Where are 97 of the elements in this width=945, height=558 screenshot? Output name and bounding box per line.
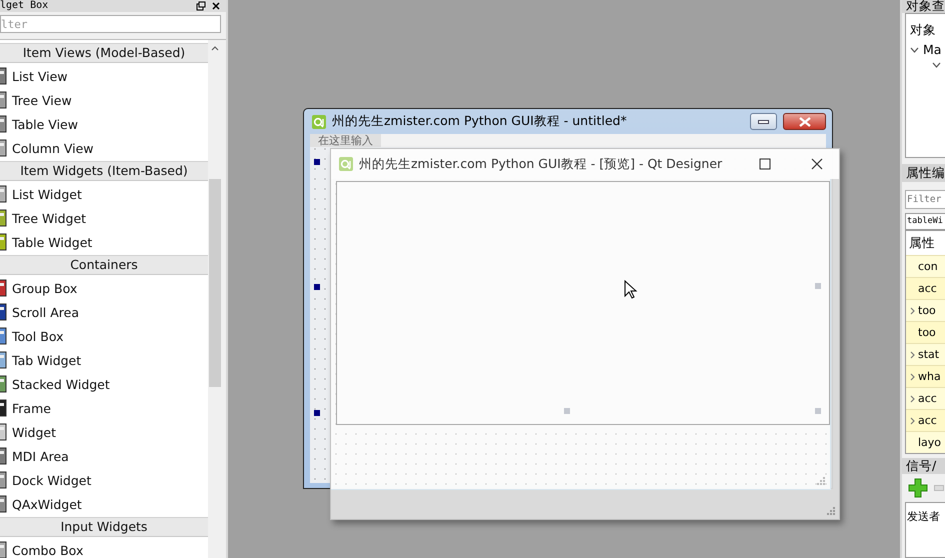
widget-icon (0, 185, 7, 203)
widget-item[interactable]: Column View (12, 140, 94, 156)
panel-title: 信号/ (902, 458, 945, 474)
add-icon[interactable] (908, 478, 928, 498)
widget-icon (0, 423, 7, 441)
widget-item[interactable]: Tree Widget (12, 210, 86, 226)
widget-item[interactable]: Group Box (12, 280, 78, 296)
filter-field[interactable]: Filter (905, 190, 945, 209)
object-name-label: tableWi (905, 213, 945, 230)
widget-item[interactable]: Tool Box (12, 328, 64, 344)
property-row[interactable]: acc (906, 409, 945, 431)
property-name: acc (918, 414, 937, 427)
selection-handle[interactable] (314, 159, 320, 165)
property-row[interactable]: stat (906, 343, 945, 365)
scrollbar-thumb[interactable] (209, 179, 221, 387)
widget-item[interactable]: Table Widget (12, 234, 92, 250)
column-header: 对象 (910, 21, 937, 39)
filter-field[interactable]: lter (0, 15, 221, 33)
property-name: con (918, 260, 938, 273)
selection-handle[interactable] (815, 283, 821, 289)
widget-icon (0, 495, 7, 513)
widget-item[interactable]: Frame (12, 400, 51, 416)
resize-grip-icon[interactable] (816, 476, 826, 486)
close-icon[interactable] (212, 2, 220, 10)
property-name: too (918, 304, 936, 317)
widget-icon (0, 399, 7, 417)
panel-title: lget Box (0, 0, 48, 12)
minimize-icon (758, 120, 769, 124)
property-row[interactable]: acc (906, 387, 945, 409)
maximize-icon[interactable] (759, 158, 771, 170)
app-logo-icon (312, 114, 326, 128)
minimize-button[interactable] (750, 113, 777, 130)
widget-item[interactable]: List View (12, 68, 68, 84)
widget-icon (0, 375, 7, 393)
property-name: acc (918, 282, 937, 295)
property-name: acc (918, 392, 937, 405)
widget-icon (0, 139, 7, 157)
selection-handle[interactable] (564, 408, 570, 414)
widget-item[interactable]: Dock Widget (12, 472, 92, 488)
scroll-up-icon[interactable] (212, 46, 218, 50)
widget-icon (0, 279, 7, 297)
chevron-icon[interactable] (910, 46, 919, 52)
property-row[interactable]: con (906, 255, 945, 277)
widget-icon (0, 209, 7, 227)
category-header[interactable]: Item Views (Model-Based) (0, 43, 208, 63)
float-icon[interactable] (196, 2, 206, 10)
property-name: wha (918, 370, 941, 383)
category-header[interactable]: Containers (0, 255, 208, 275)
resize-grip-icon[interactable] (826, 506, 836, 516)
widget-item[interactable]: MDI Area (12, 448, 69, 464)
window-title: 州的先生zmister.com Python GUI教程 - [预览] - Qt Designer (359, 156, 724, 172)
widget-icon (0, 327, 7, 345)
close-icon (798, 116, 810, 126)
widget-icon (0, 447, 7, 465)
widget-item[interactable]: Widget (12, 424, 56, 440)
widget-item[interactable]: Stacked Widget (12, 376, 110, 392)
widget-item[interactable]: Table View (12, 116, 78, 132)
close-button[interactable] (783, 113, 826, 130)
property-row[interactable]: acc (906, 277, 945, 299)
widget-item[interactable]: Combo Box (12, 542, 84, 558)
widget-item[interactable]: List Widget (12, 186, 82, 202)
panel-title: 属性编 (902, 164, 945, 182)
selection-handle[interactable] (314, 410, 320, 416)
widget-icon (0, 233, 7, 251)
property-row[interactable]: too (906, 299, 945, 321)
widget-item[interactable]: Tree View (12, 92, 72, 108)
category-header[interactable]: Input Widgets (0, 517, 208, 537)
app-logo-icon (339, 157, 353, 171)
chevron-icon[interactable] (932, 62, 941, 68)
widget-icon (0, 471, 7, 489)
property-name: too (918, 326, 936, 339)
preview-window[interactable]: 州的先生zmister.com Python GUI教程 - [预览] - Qt Designer (330, 148, 840, 520)
tree-item[interactable]: Ma (923, 42, 942, 57)
widget-item[interactable]: Scroll Area (12, 304, 80, 320)
property-row[interactable]: layo (906, 431, 945, 453)
category-header[interactable]: Item Widgets (Item-Based) (0, 161, 208, 181)
window-title: 州的先生zmister.com Python GUI教程 - untitled* (332, 113, 628, 130)
property-name: layo (918, 436, 942, 449)
menu-placeholder[interactable]: 在这里输入 (310, 134, 381, 147)
widget-item[interactable]: QAxWidget (12, 496, 82, 512)
selection-handle[interactable] (815, 408, 821, 414)
panel-title: 对象查 (902, 0, 945, 13)
property-name: stat (918, 348, 940, 361)
object-tree[interactable]: 对象 Ma (905, 13, 945, 158)
widget-icon (0, 303, 7, 321)
widget-item[interactable]: Tab Widget (12, 352, 82, 368)
column-header: 发送者 (907, 510, 940, 523)
widget-icon (0, 67, 7, 85)
close-icon[interactable] (811, 158, 823, 170)
widget-icon (0, 91, 7, 109)
property-row[interactable]: wha (906, 365, 945, 387)
property-row[interactable]: too (906, 321, 945, 343)
widget-icon (0, 541, 7, 558)
selection-handle[interactable] (314, 284, 320, 290)
widget-icon (0, 351, 7, 369)
widget-icon (0, 115, 7, 133)
cursor-icon (624, 280, 638, 300)
